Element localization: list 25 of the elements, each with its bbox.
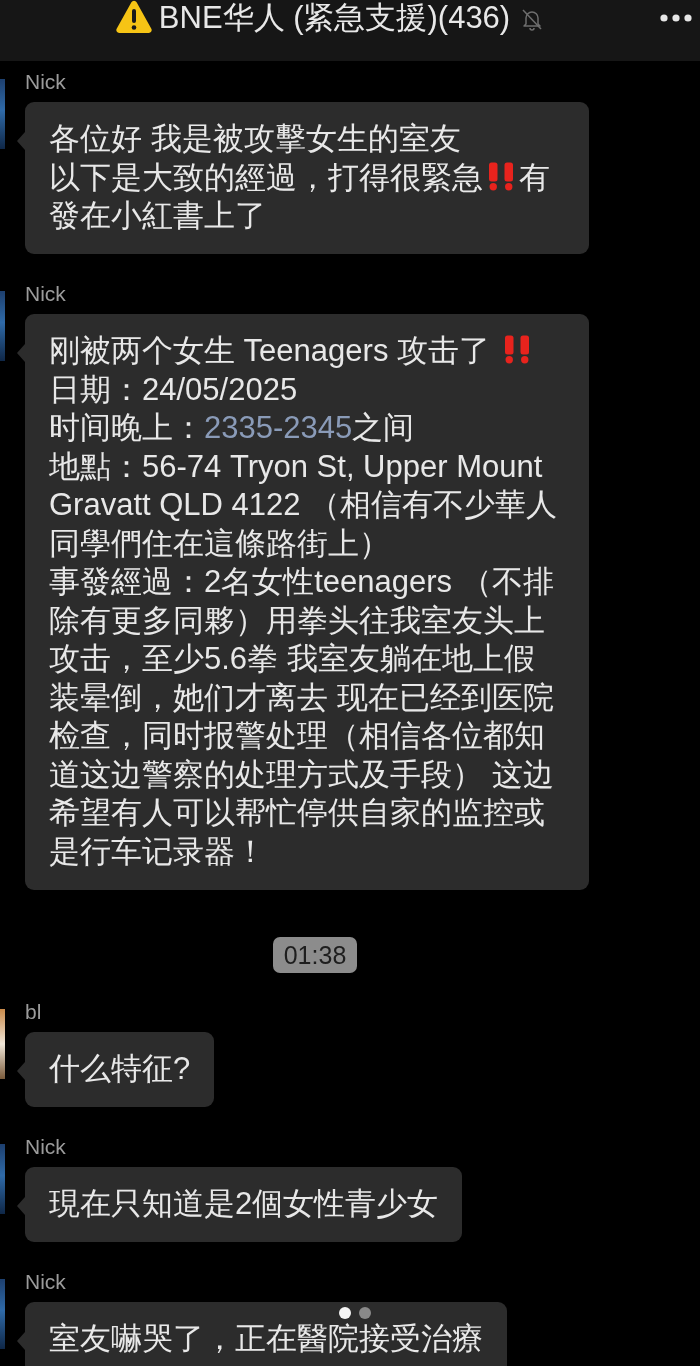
message-text: 事發經過：2名女性teenagers （不排除有更多同夥）用拳头往我室友头上攻击，至少5.6拳 我室友躺在地上假装晕倒，她们才离去 现在已经到医院检查，同时报警处理（相信各位都知道这边警察的处理方式及手段） 这边希望有人可以帮忙停供自家的监控或是行车记录器！	[49, 563, 555, 871]
avatar-photo[interactable]	[0, 79, 5, 149]
sender-name: Nick	[25, 1135, 67, 1158]
message-text: 室友嚇哭了，正在醫院接受治療	[49, 1319, 483, 1358]
avatar-photo[interactable]	[0, 291, 5, 361]
sender-name: bl	[25, 1000, 43, 1023]
avatar-photo[interactable]	[0, 1143, 5, 1214]
sender-name: Nick	[25, 71, 67, 93]
number-link[interactable]: 2335-2345	[204, 410, 353, 445]
avatar-photo[interactable]	[0, 1008, 5, 1079]
message-text: 刚被两个女生 Teenagers 攻击了	[49, 332, 535, 371]
double-exclamation-icon	[486, 161, 516, 191]
message-text: 地點：56-74 Tryon St, Upper Mount Gravatt QLD 4122 （相信有不少華人同學們住在這條路街上）	[49, 447, 559, 563]
avatar-photo[interactable]	[0, 1278, 5, 1349]
message-text: 时间晚上：2335-2345之间	[49, 409, 415, 447]
time-badge: 01:38	[272, 936, 358, 973]
message-text: 以下是大致的經過，打得很緊急 有發在小紅書上了	[49, 158, 551, 235]
message-text: 各位好 我是被攻擊女生的室友	[49, 120, 461, 158]
message-text: 現在只知道是2個女性青少女	[49, 1184, 439, 1223]
chat-title: BNE华人 (紧急支援)(436)	[158, 0, 511, 36]
message-text: 日期：24/05/2025	[49, 370, 298, 409]
message-text: 什么特征?	[49, 1049, 191, 1088]
sender-name: Nick	[25, 1270, 67, 1293]
sender-name: Nick	[25, 283, 67, 305]
more-icon[interactable]	[660, 14, 692, 22]
